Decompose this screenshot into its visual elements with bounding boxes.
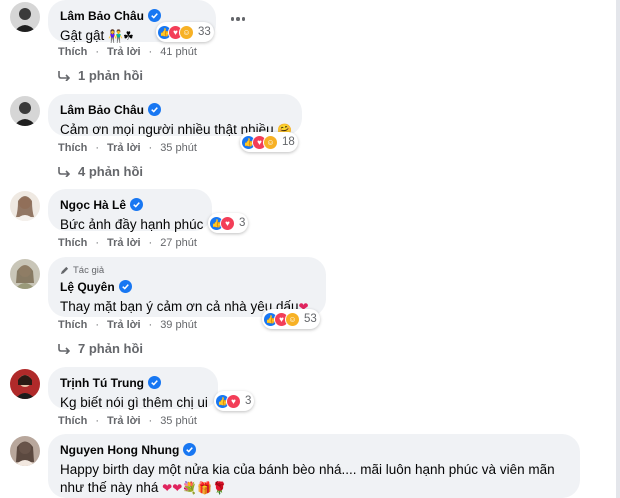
reply-button[interactable]: Trả lời — [107, 415, 141, 427]
love-reaction-icon: ♥ — [226, 393, 241, 409]
verified-badge-icon — [148, 103, 162, 116]
care-reaction-icon: ☺ — [179, 24, 194, 40]
commenter-name[interactable]: Lệ Quyên — [60, 280, 115, 294]
reaction-count: 53 — [304, 313, 317, 325]
comment-actions: Thích · Trả lời · 35 phút — [58, 142, 197, 154]
comment-actions: Thích · Trả lời · 41 phút — [58, 46, 197, 58]
author-tag: Tác giả — [60, 264, 314, 276]
commenter-name[interactable]: Lâm Bảo Châu — [60, 103, 144, 117]
more-options-icon[interactable] — [228, 10, 248, 28]
reply-button[interactable]: Trả lời — [107, 237, 141, 249]
pencil-icon — [60, 266, 69, 274]
comment-timestamp[interactable]: 39 phút — [160, 319, 197, 331]
reaction-count: 3 — [239, 217, 246, 229]
comment-bubble: Lâm Bảo Châu Cảm ơn mọi người nhiều thật… — [48, 94, 302, 137]
comment-bubble: Nguyen Hong Nhung Happy birth day một nử… — [48, 434, 580, 498]
like-button[interactable]: Thích — [58, 319, 87, 331]
commenter-name[interactable]: Nguyen Hong Nhung — [60, 443, 179, 457]
comment-timestamp[interactable]: 27 phút — [160, 237, 197, 249]
reply-button[interactable]: Trả lời — [107, 46, 141, 58]
reaction-summary[interactable]: 👍 ♥ ☺ 53 — [262, 309, 320, 329]
view-replies-link[interactable]: 4 phản hồi — [58, 164, 143, 179]
emoji-icon: 👫☘ — [108, 29, 134, 43]
comment-text: Kg biết nói gì thêm chị ui — [60, 395, 208, 410]
verified-badge-icon — [118, 280, 132, 293]
view-replies-link[interactable]: 7 phản hồi — [58, 341, 143, 356]
verified-badge-icon — [130, 198, 144, 211]
reaction-summary[interactable]: 👍 ♥ ☺ 18 — [240, 132, 298, 152]
like-button[interactable]: Thích — [58, 415, 87, 427]
commenter-name[interactable]: Ngọc Hà Lê — [60, 198, 126, 212]
like-button[interactable]: Thích — [58, 142, 87, 154]
reaction-summary[interactable]: 👍 ♥ 3 — [214, 391, 255, 411]
comment-text: Happy birth day một nửa kia của bánh bèo… — [60, 462, 555, 495]
avatar[interactable] — [10, 259, 40, 289]
comment-timestamp[interactable]: 41 phút — [160, 46, 197, 58]
comment-bubble: Trịnh Tú Trung Kg biết nói gì thêm chị u… — [48, 367, 218, 410]
like-button[interactable]: Thích — [58, 46, 87, 58]
verified-badge-icon — [183, 443, 197, 456]
reply-button[interactable]: Trả lời — [107, 319, 141, 331]
love-reaction-icon: ♥ — [220, 215, 235, 231]
reaction-count: 33 — [198, 26, 211, 38]
comment-bubble: Ngọc Hà Lê Bức ảnh đầy hạnh phúc — [48, 189, 212, 232]
avatar[interactable] — [10, 2, 40, 32]
avatar[interactable] — [10, 369, 40, 399]
avatar[interactable] — [10, 436, 40, 466]
comment-bubble: Tác giả Lệ Quyên Thay mặt bạn ý cảm ơn c… — [48, 257, 326, 317]
reaction-count: 18 — [282, 136, 295, 148]
reply-button[interactable]: Trả lời — [107, 142, 141, 154]
commenter-name[interactable]: Trịnh Tú Trung — [60, 376, 144, 390]
comment-actions: Thích · Trả lời · 27 phút — [58, 237, 197, 249]
avatar[interactable] — [10, 191, 40, 221]
verified-badge-icon — [148, 376, 161, 389]
emoji-icon: ❤❤💐🎁🌹 — [162, 481, 228, 495]
reply-arrow-icon — [58, 343, 70, 354]
comment-actions: Thích · Trả lời · 39 phút — [58, 319, 197, 331]
reply-arrow-icon — [58, 166, 70, 177]
comment-text: Bức ảnh đầy hạnh phúc — [60, 217, 204, 232]
comment-timestamp[interactable]: 35 phút — [160, 415, 197, 427]
commenter-name[interactable]: Lâm Bảo Châu — [60, 9, 144, 23]
like-button[interactable]: Thích — [58, 237, 87, 249]
verified-badge-icon — [148, 9, 162, 22]
reaction-summary[interactable]: 👍 ♥ 3 — [208, 213, 249, 233]
care-reaction-icon: ☺ — [263, 134, 278, 150]
comment-actions: Thích · Trả lời · 35 phút — [58, 415, 197, 427]
avatar[interactable] — [10, 96, 40, 126]
comment-timestamp[interactable]: 35 phút — [160, 142, 197, 154]
reaction-count: 3 — [245, 395, 252, 407]
scrollbar[interactable] — [616, 0, 620, 498]
view-replies-link[interactable]: 1 phản hồi — [58, 68, 143, 83]
reply-arrow-icon — [58, 70, 70, 81]
reaction-summary[interactable]: 👍 ♥ ☺ 33 — [156, 22, 214, 42]
care-reaction-icon: ☺ — [285, 311, 300, 327]
